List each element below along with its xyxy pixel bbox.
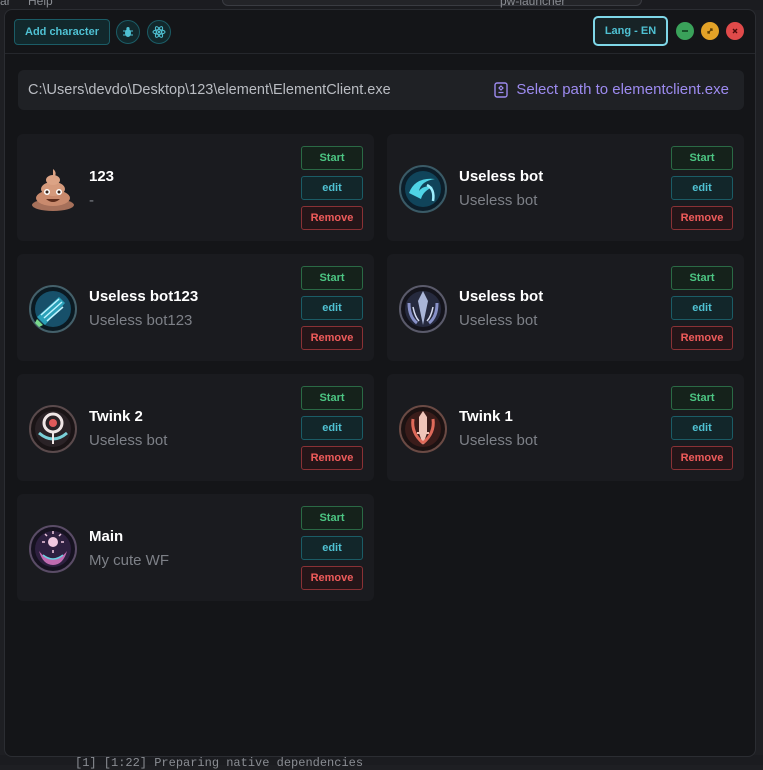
language-button[interactable]: Lang - EN: [593, 16, 668, 46]
character-card: Useless bot Useless bot Start edit Remov…: [387, 134, 744, 241]
remove-button[interactable]: Remove: [301, 326, 363, 350]
start-button[interactable]: Start: [301, 506, 363, 530]
bug-icon[interactable]: [116, 20, 140, 44]
edit-button[interactable]: edit: [671, 416, 733, 440]
character-card: 123 - Start edit Remove: [17, 134, 374, 241]
character-name: Twink 2: [89, 408, 143, 425]
character-description: Useless bot: [459, 432, 538, 449]
character-description: My cute WF: [89, 552, 170, 569]
terminal-line: [1] [1:22] Preparing native dependencies: [75, 756, 364, 770]
character-card: Twink 2 Useless bot Start edit Remove: [17, 374, 374, 481]
class-emblem-icon: [29, 405, 77, 453]
character-name: Useless bot: [459, 288, 544, 305]
remove-button[interactable]: Remove: [301, 566, 363, 590]
select-path-button[interactable]: Select path to elementclient.exe: [494, 81, 729, 98]
edit-button[interactable]: edit: [301, 296, 363, 320]
character-card: Useless bot123 Useless bot123 Start edit…: [17, 254, 374, 361]
edit-button[interactable]: edit: [671, 176, 733, 200]
start-button[interactable]: Start: [671, 386, 733, 410]
character-description: Useless bot: [459, 192, 538, 209]
remove-button[interactable]: Remove: [671, 446, 733, 470]
background-menu-item: ar: [0, 0, 11, 8]
remove-button[interactable]: Remove: [671, 326, 733, 350]
character-name: Twink 1: [459, 408, 513, 425]
background-tab-title: pw-launcher: [500, 0, 566, 8]
class-emblem-icon: [399, 405, 447, 453]
add-character-button[interactable]: Add character: [14, 19, 110, 45]
character-name: 123: [89, 168, 115, 185]
character-card: Twink 1 Useless bot Start edit Remove: [387, 374, 744, 481]
remove-button[interactable]: Remove: [671, 206, 733, 230]
background-tab: [222, 0, 642, 6]
class-emblem-icon: [399, 285, 447, 333]
edit-button[interactable]: edit: [301, 416, 363, 440]
character-description: Useless bot: [89, 432, 168, 449]
character-name: Main: [89, 528, 124, 545]
background-menu-item: Help: [28, 0, 53, 8]
class-emblem-icon: [29, 525, 77, 573]
character-card: Useless bot Useless bot Start edit Remov…: [387, 254, 744, 361]
class-emblem-icon: [399, 165, 447, 213]
launcher-window: Add character Lang - EN C:\Users\devdo\D…: [4, 9, 756, 757]
character-description: Useless bot123: [89, 312, 193, 329]
start-button[interactable]: Start: [671, 266, 733, 290]
select-path-label: Select path to elementclient.exe: [516, 81, 729, 98]
class-emblem-icon: [29, 285, 77, 333]
remove-button[interactable]: Remove: [301, 206, 363, 230]
start-button[interactable]: Start: [301, 386, 363, 410]
character-description: Useless bot: [459, 312, 538, 329]
close-button[interactable]: [726, 22, 744, 40]
client-path-value: C:\Users\devdo\Desktop\123\element\Eleme…: [28, 82, 391, 98]
character-card: Main My cute WF Start edit Remove: [17, 494, 374, 601]
maximize-button[interactable]: [701, 22, 719, 40]
start-button[interactable]: Start: [671, 146, 733, 170]
edit-button[interactable]: edit: [671, 296, 733, 320]
remove-button[interactable]: Remove: [301, 446, 363, 470]
character-name: Useless bot123: [89, 288, 199, 305]
edit-button[interactable]: edit: [301, 536, 363, 560]
character-description: -: [89, 192, 94, 209]
title-bar: Add character Lang - EN: [5, 10, 755, 54]
file-select-icon: [494, 81, 509, 98]
minimize-icon: [682, 30, 688, 32]
close-icon: [732, 28, 738, 34]
poop-avatar-icon: [29, 165, 77, 213]
edit-button[interactable]: edit: [301, 176, 363, 200]
character-name: Useless bot: [459, 168, 544, 185]
maximize-icon: [707, 28, 713, 34]
start-button[interactable]: Start: [301, 266, 363, 290]
client-path-bar: C:\Users\devdo\Desktop\123\element\Eleme…: [18, 70, 744, 110]
background-menu: ar Help: [0, 0, 67, 8]
atom-icon[interactable]: [147, 20, 171, 44]
minimize-button[interactable]: [676, 22, 694, 40]
start-button[interactable]: Start: [301, 146, 363, 170]
